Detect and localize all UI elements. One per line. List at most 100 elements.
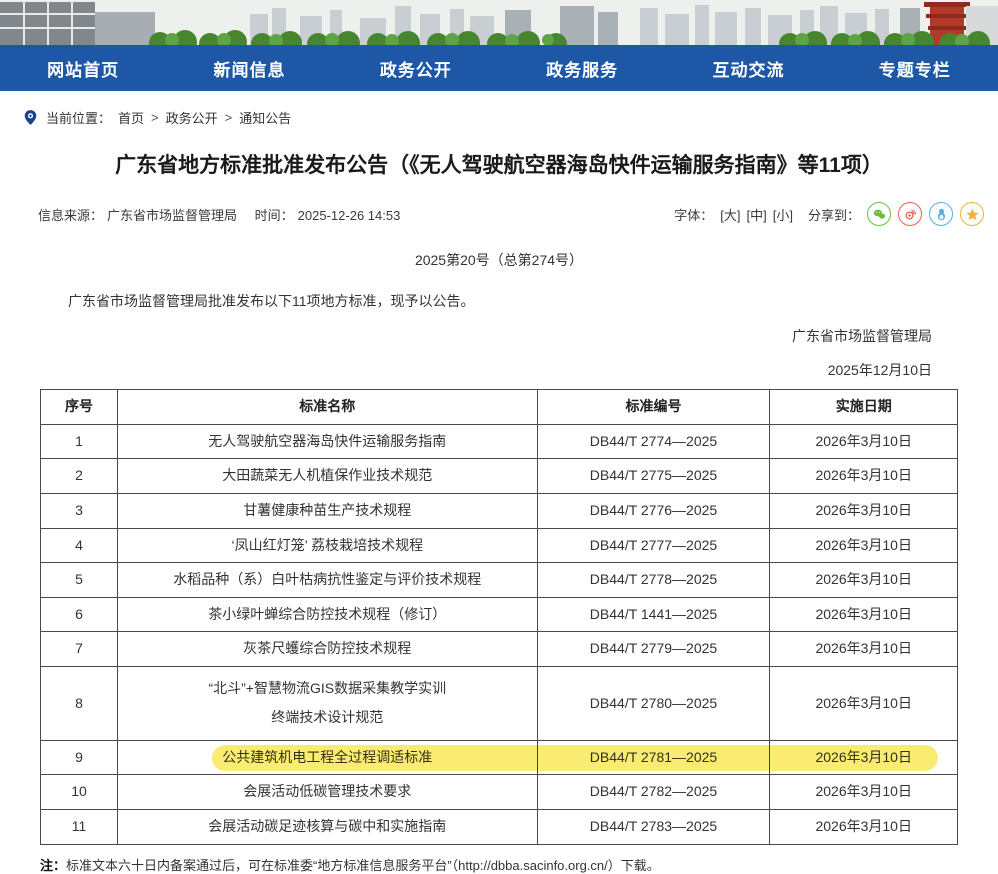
star-share-icon[interactable] xyxy=(960,202,984,226)
table-row: 11会展活动碳足迹核算与碳中和实施指南DB44/T 2783—20252026年… xyxy=(41,810,958,845)
font-size-medium-button[interactable]: [中] xyxy=(747,205,767,224)
weibo-share-icon[interactable] xyxy=(898,202,922,226)
font-size-large-button[interactable]: [大] xyxy=(720,205,740,224)
table-column-header: 实施日期 xyxy=(770,390,958,425)
cell-code: DB44/T 2782—2025 xyxy=(537,775,770,810)
table-row: 9公共建筑机电工程全过程调适标准DB44/T 2781—20252026年3月1… xyxy=(41,740,958,775)
breadcrumb: 当前位置： 首页 > 政务公开 > 通知公告 xyxy=(22,108,998,127)
main-nav: 网站首页新闻信息政务公开政务服务互动交流专题专栏 xyxy=(0,45,998,91)
wechat-share-icon[interactable] xyxy=(867,202,891,226)
standards-table: 序号标准名称标准编号实施日期 1无人驾驶航空器海岛快件运输服务指南DB44/T … xyxy=(40,389,958,844)
cell-date: 2026年3月10日 xyxy=(770,810,958,845)
nav-item-home[interactable]: 网站首页 xyxy=(0,45,166,91)
source-value: 广东省市场监督管理局 xyxy=(107,208,237,223)
page-title: 广东省地方标准批准发布公告（《无人驾驶航空器海岛快件运输服务指南》等11项） xyxy=(30,152,968,179)
table-column-header: 标准编号 xyxy=(537,390,770,425)
table-column-header: 序号 xyxy=(41,390,118,425)
table-row: 1无人驾驶航空器海岛快件运输服务指南DB44/T 2774—20252026年3… xyxy=(41,424,958,459)
table-body: 1无人驾驶航空器海岛快件运输服务指南DB44/T 2774—20252026年3… xyxy=(41,424,958,844)
cell-date: 2026年3月10日 xyxy=(770,632,958,667)
cell-no: 5 xyxy=(41,563,118,598)
issue-date: 2025年12月10日 xyxy=(0,360,932,380)
page: { "nav": { "bg_color": "#1d57a6", "items… xyxy=(0,0,998,874)
qq-share-icon[interactable] xyxy=(929,202,953,226)
article-meta-left: 信息来源： 广东省市场监督管理局 时间： 2025-12-26 14:53 xyxy=(38,205,404,224)
breadcrumb-item-home[interactable]: 首页 xyxy=(118,108,144,127)
cell-no: 10 xyxy=(41,775,118,810)
cell-name: 水稻品种（系）白叶枯病抗性鉴定与评价技术规程 xyxy=(118,563,538,598)
cell-date: 2026年3月10日 xyxy=(770,563,958,598)
nav-item-gov-service[interactable]: 政务服务 xyxy=(499,45,665,91)
cell-date: 2026年3月10日 xyxy=(770,597,958,632)
font-size-controls: [大] [中] [小] xyxy=(720,205,793,224)
cell-no: 9 xyxy=(41,740,118,775)
cell-code: DB44/T 2783—2025 xyxy=(537,810,770,845)
table-column-header: 标准名称 xyxy=(118,390,538,425)
font-size-label: 字体： xyxy=(674,205,713,224)
cell-code: DB44/T 2781—2025 xyxy=(537,740,770,775)
table-row: 3甘薯健康种苗生产技术规程DB44/T 2776—20252026年3月10日 xyxy=(41,494,958,529)
cell-no: 1 xyxy=(41,424,118,459)
cell-no: 8 xyxy=(41,667,118,741)
article-meta: 信息来源： 广东省市场监督管理局 时间： 2025-12-26 14:53 字体： … xyxy=(38,202,984,226)
cell-date: 2026年3月10日 xyxy=(770,494,958,529)
cell-name: 灰茶尺蠖综合防控技术规程 xyxy=(118,632,538,667)
breadcrumb-item-gov-info[interactable]: 政务公开 xyxy=(166,108,218,127)
share-label: 分享到： xyxy=(808,205,860,224)
cell-date: 2026年3月10日 xyxy=(770,775,958,810)
footnote: 注：标准文本六十日内备案通过后，可在标准委“地方标准信息服务平台”（http:/… xyxy=(40,855,958,874)
nav-item-interaction[interactable]: 互动交流 xyxy=(665,45,831,91)
cell-code: DB44/T 1441—2025 xyxy=(537,597,770,632)
breadcrumb-item-notices[interactable]: 通知公告 xyxy=(239,108,291,127)
cell-no: 4 xyxy=(41,528,118,563)
table-header-row: 序号标准名称标准编号实施日期 xyxy=(41,390,958,425)
table-row: 4‘凤山红灯笼’ 荔枝栽培技术规程DB44/T 2777—20252026年3月… xyxy=(41,528,958,563)
document-number: 2025第20号（总第274号） xyxy=(0,250,998,270)
breadcrumb-items: 首页 > 政务公开 > 通知公告 xyxy=(118,108,291,127)
table-row: 10会展活动低碳管理技术要求DB44/T 2782—20252026年3月10日 xyxy=(41,775,958,810)
cell-name: 无人驾驶航空器海岛快件运输服务指南 xyxy=(118,424,538,459)
cell-date: 2026年3月10日 xyxy=(770,740,958,775)
cell-code: DB44/T 2778—2025 xyxy=(537,563,770,598)
cell-name: “北斗”+智慧物流GIS数据采集教学实训 终端技术设计规范 xyxy=(118,667,538,741)
table-row: 6茶小绿叶蝉综合防控技术规程（修订）DB44/T 1441—20252026年3… xyxy=(41,597,958,632)
source-label: 信息来源： xyxy=(38,208,103,223)
article-meta-right: 字体： [大] [中] [小] 分享到： xyxy=(674,202,984,226)
table-row: 8“北斗”+智慧物流GIS数据采集教学实训 终端技术设计规范DB44/T 278… xyxy=(41,667,958,741)
header-cityscape-image xyxy=(0,0,998,45)
cell-date: 2026年3月10日 xyxy=(770,424,958,459)
cell-no: 3 xyxy=(41,494,118,529)
standards-table-wrap: 序号标准名称标准编号实施日期 1无人驾驶航空器海岛快件运输服务指南DB44/T … xyxy=(40,389,958,844)
cell-no: 6 xyxy=(41,597,118,632)
nav-item-news[interactable]: 新闻信息 xyxy=(166,45,332,91)
cell-date: 2026年3月10日 xyxy=(770,459,958,494)
footnote-text: 标准文本六十日内备案通过后，可在标准委“地方标准信息服务平台”（http://d… xyxy=(66,858,660,873)
cell-name: 会展活动低碳管理技术要求 xyxy=(118,775,538,810)
cell-code: DB44/T 2780—2025 xyxy=(537,667,770,741)
table-row: 2大田蔬菜无人机植保作业技术规范DB44/T 2775—20252026年3月1… xyxy=(41,459,958,494)
cell-no: 11 xyxy=(41,810,118,845)
cell-code: DB44/T 2779—2025 xyxy=(537,632,770,667)
cell-code: DB44/T 2777—2025 xyxy=(537,528,770,563)
cell-name: 茶小绿叶蝉综合防控技术规程（修订） xyxy=(118,597,538,632)
font-size-small-button[interactable]: [小] xyxy=(773,205,793,224)
time-value: 2025-12-26 14:53 xyxy=(298,208,401,223)
footnote-prefix: 注： xyxy=(40,858,66,873)
cell-name: ‘凤山红灯笼’ 荔枝栽培技术规程 xyxy=(118,528,538,563)
nav-item-gov-info[interactable]: 政务公开 xyxy=(333,45,499,91)
cell-no: 2 xyxy=(41,459,118,494)
location-pin-icon xyxy=(22,109,39,126)
issuer-name: 广东省市场监督管理局 xyxy=(0,326,932,346)
breadcrumb-separator: > xyxy=(225,110,233,125)
announcement-body: 广东省市场监督管理局批准发布以下11项地方标准，现予以公告。 xyxy=(40,291,958,311)
cell-code: DB44/T 2776—2025 xyxy=(537,494,770,529)
cell-code: DB44/T 2775—2025 xyxy=(537,459,770,494)
nav-item-topics[interactable]: 专题专栏 xyxy=(832,45,998,91)
table-row: 7灰茶尺蠖综合防控技术规程DB44/T 2779—20252026年3月10日 xyxy=(41,632,958,667)
breadcrumb-label: 当前位置： xyxy=(46,108,111,127)
cell-date: 2026年3月10日 xyxy=(770,528,958,563)
time-label: 时间： xyxy=(255,208,294,223)
breadcrumb-separator: > xyxy=(151,110,159,125)
cell-name: 会展活动碳足迹核算与碳中和实施指南 xyxy=(118,810,538,845)
cell-name: 公共建筑机电工程全过程调适标准 xyxy=(118,740,538,775)
